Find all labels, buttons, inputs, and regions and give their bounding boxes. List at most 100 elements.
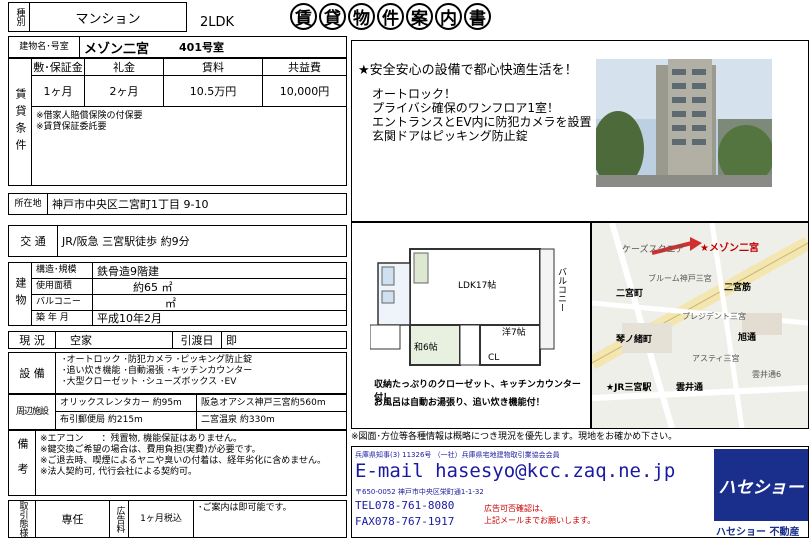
map-panel: ★メゾン二宮 ケーズスクエア 二宮町 二宮筋 旭通 琴ノ緒町 プレジデント三宮 … xyxy=(591,222,809,429)
transaction-type-label: 取引態様 xyxy=(8,500,36,538)
nearby-item: 布引郵便局 約215m xyxy=(55,411,197,430)
structure-value: 鉄骨造9階建 xyxy=(92,262,347,279)
status-value: 空家 xyxy=(55,331,173,349)
map-label: 二宮筋 xyxy=(724,283,752,293)
equipment-label: 設 備 xyxy=(8,352,56,394)
disclaimer: ※図面･方位等各種情報は概略につき現況を優先します。現地をお確かめ下さい。 xyxy=(351,432,678,442)
equipment-line: ･大型クローゼット ･シューズボックス ･EV xyxy=(62,377,237,387)
pr-lines: オートロック！ プライバシ確保のワンフロア1室！ エントランスとEV内に防犯カメ… xyxy=(372,87,592,143)
area-label: 使用面積 xyxy=(31,278,93,295)
ad-fee-label: 広告料 xyxy=(109,500,129,538)
nearby-item: オリックスレンタカー 約95m xyxy=(55,394,197,412)
built-label: 築 年 月 xyxy=(31,310,93,326)
nearby-label: 周辺施設 xyxy=(8,394,56,430)
map-label: 雲井通 xyxy=(676,383,704,393)
rent-notes: ※借家人賠償保険の付保要 ※賃貸保証委託要 xyxy=(31,106,347,186)
floorplan-panel: LDK17帖 洋7帖 和6帖 バルコニー CL 収納たっぷりのクローゼット、キッ… xyxy=(351,222,591,429)
title-char: 案 xyxy=(406,3,433,30)
layout-type: 2LDK xyxy=(200,15,235,30)
remarks-label: 備考 xyxy=(8,430,36,496)
equipment-line: ･オートロック ･防犯カメラ ･ピッキング防止錠 xyxy=(62,355,252,365)
equipment-line: ･追い炊き機能 ･自動湯張 ･キッチンカウンター xyxy=(62,366,253,376)
status-label: 現 況 xyxy=(8,331,56,349)
handover-value: 即 xyxy=(221,331,347,349)
company-tel: TEL078-761-8080 xyxy=(355,499,455,512)
remarks-box: ※エアコン ：残置物, 機能保証はありません。 ※鍵交換ご希望の場合は、費用負担… xyxy=(35,430,347,496)
area-value: 約65 ㎡ xyxy=(92,278,347,295)
common-fee-value: 10,000円 xyxy=(262,75,347,107)
map-label: プレジデント三宮 xyxy=(682,312,746,321)
rent-section-label: 賃貸条件 xyxy=(8,58,32,186)
map-label: 旭通 xyxy=(738,333,757,343)
kind-label: 種別 xyxy=(8,2,30,32)
floorplan-caption: お風呂は自動お湯張り、追い炊き機能付！ xyxy=(374,398,545,408)
pr-panel: ★安全安心の設備で都心快適生活を！ オートロック！ プライバシ確保のワンフロア1… xyxy=(351,40,809,222)
map-label: アスティ三宮 xyxy=(692,354,740,363)
title-char: 件 xyxy=(377,3,404,30)
balcony-label: バルコニー xyxy=(31,294,93,311)
remark-line: ※エアコン ：残置物, 機能保証はありません。 xyxy=(40,434,242,444)
structure-label: 構造･規模 xyxy=(31,262,93,279)
remark-line: ※ご退去時、喫煙によるヤニや臭いの付着は、経年劣化に含めません。 xyxy=(40,456,327,466)
document-title: 賃 貸 物 件 案 内 書 xyxy=(290,3,493,30)
rent-header: 敷･保証金 xyxy=(31,58,85,76)
license-number: 兵庫県知事(3) 11326号 （一社）兵庫県宅地建物取引業協会会員 xyxy=(355,451,560,459)
title-char: 賃 xyxy=(290,3,317,30)
key-money-value: 2ヶ月 xyxy=(84,75,164,107)
title-char: 物 xyxy=(348,3,375,30)
company-logo: ハセショー xyxy=(714,449,808,521)
map-label: 雲井通6 xyxy=(752,370,782,379)
japanese-room-label: 和6帖 xyxy=(414,343,438,353)
pr-line: エントランスとEV内に防犯カメラを設置 xyxy=(372,115,592,129)
pr-line: オートロック！ xyxy=(372,87,457,101)
balcony-label-plan: バルコニー xyxy=(556,267,566,312)
rent-value: 10.5万円 xyxy=(163,75,263,107)
map-label: 琴ノ緒町 xyxy=(616,335,653,345)
building-name-label: 建物名･号室 xyxy=(8,36,80,58)
structure-section-label: 建物 xyxy=(8,262,32,326)
built-value: 平成10年2月 xyxy=(92,310,347,326)
map-label: ブルーム神戸三宮 xyxy=(648,274,712,283)
handover-label: 引渡日 xyxy=(172,331,222,349)
title-char: 書 xyxy=(464,3,491,30)
transport-value: JR/阪急 三宮駅徒歩 約9分 xyxy=(57,225,347,257)
company-address: 〒650-0052 神戸市中央区栄町通1-1-32 xyxy=(355,488,484,496)
building-photo xyxy=(596,59,772,187)
remark-line: ※法人契約可, 代行会社による契約可。 xyxy=(40,467,197,477)
deposit-value: 1ヶ月 xyxy=(31,75,85,107)
company-email: E-mail hasesyo@kcc.zaq.ne.jp xyxy=(355,460,676,482)
ad-fee: 1ヶ月税込 xyxy=(128,500,194,538)
rent-header: 礼金 xyxy=(84,58,164,76)
nearby-item: 二宮温泉 約330m xyxy=(196,411,347,430)
map-property-marker: ★メゾン二宮 xyxy=(700,243,759,254)
room-number: 401号室 xyxy=(179,41,224,54)
closet-label: CL xyxy=(488,353,500,363)
pr-line: 玄関ドアはピッキング防止錠 xyxy=(372,129,528,143)
rent-note: ※賃貸保証委託要 xyxy=(36,122,107,132)
contact-note: 上記メールまでお願いします。 xyxy=(484,516,596,525)
pr-line: プライバシ確保のワンフロア1室！ xyxy=(372,101,560,115)
company-fax: FAX078-767-1917 xyxy=(355,515,455,528)
map-station-marker: ★JR三宮駅 xyxy=(606,383,652,393)
remark-line: ※鍵交換ご希望の場合は、費用負担(実費)が必要です。 xyxy=(40,445,261,455)
company-box: 兵庫県知事(3) 11326号 （一社）兵庫県宅地建物取引業協会会員 E-mai… xyxy=(351,446,809,538)
ldk-label: LDK17帖 xyxy=(458,281,497,291)
viewing-note: ･ご案内は即可能です。 xyxy=(193,500,347,538)
western-room-label: 洋7帖 xyxy=(502,328,526,338)
address-label: 所在地 xyxy=(8,193,48,215)
map-label: ケーズスクエア xyxy=(622,245,685,255)
building-name-row: メゾン二宮 401号室 xyxy=(79,36,347,58)
building-name: メゾン二宮 xyxy=(84,41,150,57)
pr-headline: ★安全安心の設備で都心快適生活を！ xyxy=(358,63,578,78)
balcony-value: ㎡ xyxy=(92,294,347,311)
transaction-type: 専任 xyxy=(35,500,110,538)
transport-label: 交 通 xyxy=(8,225,58,257)
rent-header: 賃料 xyxy=(163,58,263,76)
title-char: 貸 xyxy=(319,3,346,30)
contact-note: 広告可否確認は、 xyxy=(484,504,548,513)
address-value: 神戸市中央区二宮町1丁目 9-10 xyxy=(47,193,347,215)
rent-header: 共益費 xyxy=(262,58,347,76)
company-name: ハセショー 不動産 xyxy=(716,527,800,538)
kind-value: マンション xyxy=(29,2,187,32)
title-char: 内 xyxy=(435,3,462,30)
